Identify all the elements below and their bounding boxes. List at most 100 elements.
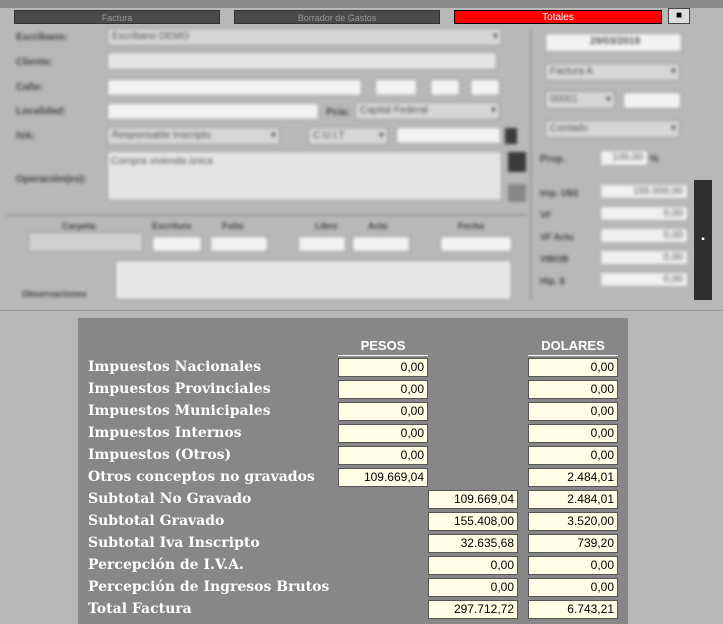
right-field-value[interactable]: 0,00: [600, 272, 688, 287]
divider: [0, 310, 723, 311]
dolares-value-field[interactable]: 0,00: [528, 424, 618, 443]
iva-select[interactable]: Responsable Inscripto: [107, 127, 280, 145]
totals-row-label: Impuestos Nacionales: [88, 359, 262, 375]
escribano-select[interactable]: Escribano DEMO: [107, 28, 502, 46]
dolares-value-field[interactable]: 3.520,00: [528, 512, 618, 531]
divider: [6, 214, 526, 216]
cliente-field[interactable]: [107, 52, 497, 70]
dolares-value-field[interactable]: 2.484,01: [528, 468, 618, 487]
date-field[interactable]: 29/03/2019: [545, 33, 682, 52]
pesos-subtotal-field[interactable]: 32.635,68: [428, 534, 518, 553]
right-field-label: Hip. $: [540, 276, 565, 286]
pesos-value-field[interactable]: 0,00: [338, 380, 428, 399]
dolares-value-field[interactable]: 0,00: [528, 446, 618, 465]
tab-factura[interactable]: Factura: [14, 10, 220, 24]
acta-label: Acta: [368, 221, 388, 231]
right-field-value[interactable]: 0,00: [600, 206, 688, 221]
totals-row-label: Otros conceptos no gravados: [88, 469, 315, 485]
right-field-value[interactable]: 0,00: [600, 250, 688, 265]
dolares-value-field[interactable]: 0,00: [528, 402, 618, 421]
totals-row-label: Impuestos Municipales: [88, 403, 271, 419]
totals-row-label: Subtotal Iva Inscripto: [88, 535, 260, 551]
pesos-subtotal-field[interactable]: 109.669,04: [428, 490, 518, 509]
top-bar: [0, 0, 723, 8]
totals-row-label: Total Factura: [88, 601, 192, 617]
totals-row-label: Impuestos Internos: [88, 425, 242, 441]
pcia-label: Pcia:: [326, 107, 350, 118]
dolares-value-field[interactable]: 0,00: [528, 556, 618, 575]
fecha-label: Fecha: [458, 221, 485, 231]
numero-factura-field[interactable]: [623, 92, 681, 109]
side-toggle-button[interactable]: ▪: [694, 180, 712, 300]
localidad-field[interactable]: [107, 103, 319, 120]
dolares-value-field[interactable]: 0,00: [528, 578, 618, 597]
calle-field[interactable]: [107, 79, 362, 96]
totals-row-label: Subtotal Gravado: [88, 513, 225, 529]
tab-totales[interactable]: Totales: [454, 10, 662, 24]
dolares-value-field[interactable]: 739,20: [528, 534, 618, 553]
dolares-value-field[interactable]: 6.743,21: [528, 600, 618, 619]
prop-field[interactable]: 100,00: [600, 150, 648, 166]
dolares-value-field[interactable]: 2.484,01: [528, 490, 618, 509]
observaciones-label: Observaciones: [22, 289, 87, 299]
libro-field[interactable]: [298, 236, 346, 252]
condicion-select[interactable]: Contado: [545, 120, 680, 138]
pesos-subtotal-field[interactable]: 0,00: [428, 578, 518, 597]
operacion-textarea[interactable]: Compra vivienda única: [107, 151, 502, 201]
pesos-header: PESOS: [338, 338, 428, 356]
totals-row-label: Percepción de I.V.A.: [88, 557, 244, 573]
libro-label: Libro: [315, 221, 338, 231]
cliente-label: Cliente:: [16, 57, 53, 68]
punto-venta-select[interactable]: 00001: [545, 91, 615, 109]
fecha-field[interactable]: [440, 236, 512, 252]
dolares-value-field[interactable]: 0,00: [528, 380, 618, 399]
totals-row-label: Subtotal No Gravado: [88, 491, 252, 507]
pesos-value-field[interactable]: 0,00: [338, 358, 428, 377]
right-field-value[interactable]: 0,00: [600, 228, 688, 243]
tab-borrador-gastos[interactable]: Borrador de Gastos: [234, 10, 440, 24]
right-field-label: VF: [540, 210, 552, 220]
pesos-subtotal-field[interactable]: 0,00: [428, 556, 518, 575]
right-field-label: VF Actu: [540, 232, 574, 242]
add-operacion-button[interactable]: [508, 152, 526, 172]
totals-row-label: Impuestos Provinciales: [88, 381, 271, 397]
carpeta-button[interactable]: [28, 232, 143, 252]
cuit-select[interactable]: C.U.I.T: [308, 127, 388, 145]
cuit-lookup-button[interactable]: [505, 128, 517, 144]
iva-label: IVA:: [16, 131, 36, 142]
dolares-value-field[interactable]: 0,00: [528, 358, 618, 377]
operacion-label: Operación(es):: [16, 174, 87, 185]
carpeta-label: Carpeta: [62, 221, 96, 231]
close-button[interactable]: ■: [668, 8, 690, 24]
right-field-label: Imp. U$S: [540, 188, 579, 198]
cuit-field[interactable]: [396, 127, 501, 144]
totals-row-label: Percepción de Ingresos Brutos: [88, 579, 330, 595]
totals-row-label: Impuestos (Otros): [88, 447, 232, 463]
pesos-subtotal-field[interactable]: 297.712,72: [428, 600, 518, 619]
numero-field[interactable]: [375, 79, 417, 96]
remove-operacion-button[interactable]: [508, 184, 526, 202]
right-field-label: VIBOB: [540, 254, 569, 264]
folio-label: Folio: [222, 221, 244, 231]
folio-field[interactable]: [210, 236, 268, 252]
piso-field[interactable]: [430, 79, 460, 96]
pesos-value-field[interactable]: 0,00: [338, 402, 428, 421]
depto-field[interactable]: [470, 79, 500, 96]
pesos-value-field[interactable]: 0,00: [338, 424, 428, 443]
right-field-value[interactable]: 155.000,00: [600, 184, 688, 199]
factura-type-select[interactable]: Factura A: [545, 63, 680, 81]
escritura-label: Escritura: [152, 221, 192, 231]
observaciones-textarea[interactable]: [115, 260, 512, 300]
pesos-subtotal-field[interactable]: 155.408,00: [428, 512, 518, 531]
escritura-field[interactable]: [152, 236, 202, 252]
pesos-value-field[interactable]: 109.669,04: [338, 468, 428, 487]
prop-unit: %: [650, 154, 659, 165]
pcia-select[interactable]: Capital Federal: [355, 102, 500, 120]
divider: [530, 30, 532, 300]
escribano-label: Escribano:: [16, 32, 68, 43]
acta-field[interactable]: [352, 236, 410, 252]
dolares-header: DOLARES: [528, 338, 618, 356]
totals-panel: PESOS DOLARES Impuestos Nacionales 0,00 0,…: [78, 318, 628, 624]
pesos-value-field[interactable]: 0,00: [338, 446, 428, 465]
localidad-label: Localidad:: [16, 106, 67, 117]
